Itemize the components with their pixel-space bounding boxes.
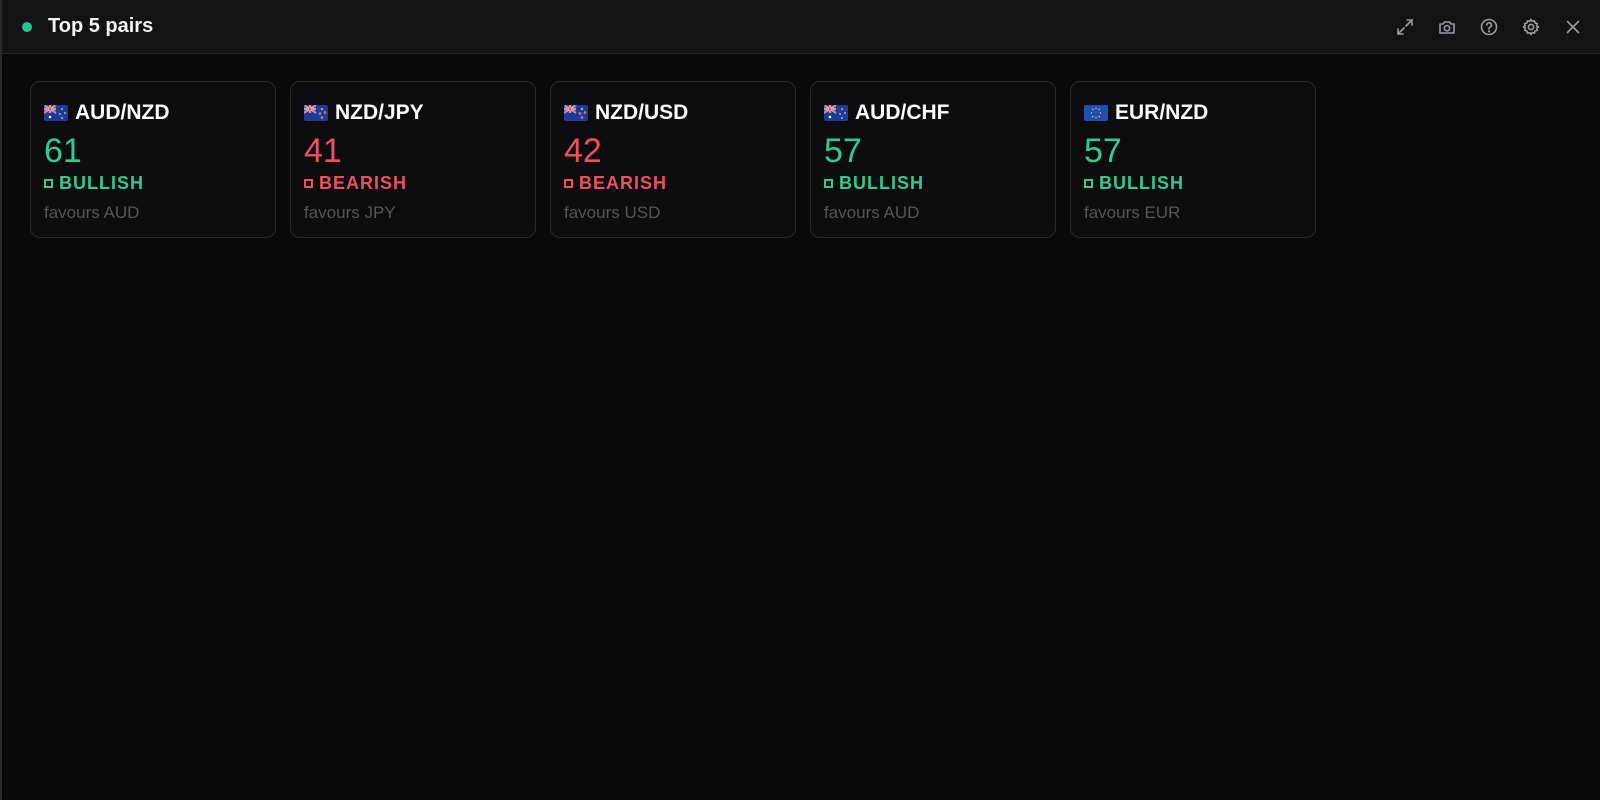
- card-header: AUD/CHF: [824, 101, 950, 125]
- pair-score: 61: [44, 132, 82, 170]
- close-icon: [1566, 20, 1580, 34]
- favour-text: favours JPY: [304, 203, 396, 222]
- signal-label: BEARISH: [579, 173, 668, 193]
- pair-name: AUD/NZD: [75, 101, 170, 124]
- pair-name: NZD/JPY: [335, 101, 424, 124]
- new-zealand-flag-icon: [304, 105, 328, 121]
- signal-badge: BEARISH: [564, 172, 667, 194]
- expand-icon: [1397, 19, 1413, 35]
- settings-button[interactable]: [1518, 14, 1544, 40]
- expand-button[interactable]: [1392, 14, 1418, 40]
- pair-score: 57: [1084, 132, 1122, 170]
- signal-square-icon: [564, 178, 573, 188]
- eu-flag-icon: [1084, 105, 1108, 121]
- favour-text: favours EUR: [1084, 203, 1181, 222]
- pair-score: 42: [564, 132, 602, 170]
- help-button[interactable]: [1476, 14, 1502, 40]
- pair-card-nzd-jpy[interactable]: NZD/JPY 41 BEARISH favours JPY: [290, 81, 536, 238]
- card-header: AUD/NZD: [44, 101, 170, 125]
- signal-square-icon: [44, 178, 53, 188]
- card-header: EUR/NZD: [1084, 101, 1208, 125]
- gear-icon: [1522, 18, 1540, 36]
- australia-flag-icon: [824, 105, 848, 121]
- signal-label: BULLISH: [839, 173, 924, 193]
- close-button[interactable]: [1560, 14, 1586, 40]
- pair-name: EUR/NZD: [1115, 101, 1209, 124]
- pair-card-eur-nzd[interactable]: EUR/NZD 57 BULLISH favours EUR: [1070, 81, 1316, 238]
- favour-text: favours AUD: [44, 203, 140, 222]
- signal-badge: BEARISH: [304, 172, 407, 194]
- signal-square-icon: [1084, 178, 1093, 188]
- signal-square-icon: [824, 178, 833, 188]
- favour-text: favours USD: [564, 203, 661, 222]
- pair-score: 41: [304, 132, 342, 170]
- screenshot-button[interactable]: [1434, 14, 1460, 40]
- signal-square-icon: [304, 178, 313, 188]
- pair-name: NZD/USD: [595, 101, 689, 124]
- card-header: NZD/JPY: [304, 101, 424, 125]
- pair-card-nzd-usd[interactable]: NZD/USD 42 BEARISH favours USD: [550, 81, 796, 238]
- pair-card-aud-chf[interactable]: AUD/CHF 57 BULLISH favours AUD: [810, 81, 1056, 238]
- pair-cards: AUD/NZD 61 BULLISH favours AUD NZD/JPY 4…: [30, 81, 1330, 238]
- pair-name: AUD/CHF: [855, 101, 950, 124]
- australia-flag-icon: [44, 105, 68, 121]
- help-icon: [1480, 18, 1498, 36]
- signal-label: BULLISH: [59, 173, 144, 193]
- camera-icon: [1439, 21, 1455, 34]
- signal-label: BULLISH: [1099, 173, 1184, 193]
- status-dot: [22, 22, 32, 32]
- signal-badge: BULLISH: [44, 172, 144, 194]
- title-bar: Top 5 pairs: [2, 0, 1600, 54]
- widget-title: Top 5 pairs: [48, 15, 154, 37]
- card-header: NZD/USD: [564, 101, 688, 125]
- widget-window: Top 5 pairs AUD/NZD 61 BULLISH favours A…: [0, 0, 1600, 800]
- new-zealand-flag-icon: [564, 105, 588, 121]
- toolbar: [1392, 14, 1600, 40]
- favour-text: favours AUD: [824, 203, 920, 222]
- signal-label: BEARISH: [319, 173, 408, 193]
- signal-badge: BULLISH: [824, 172, 924, 194]
- pair-card-aud-nzd[interactable]: AUD/NZD 61 BULLISH favours AUD: [30, 81, 276, 238]
- signal-badge: BULLISH: [1084, 172, 1184, 194]
- pair-score: 57: [824, 132, 862, 170]
